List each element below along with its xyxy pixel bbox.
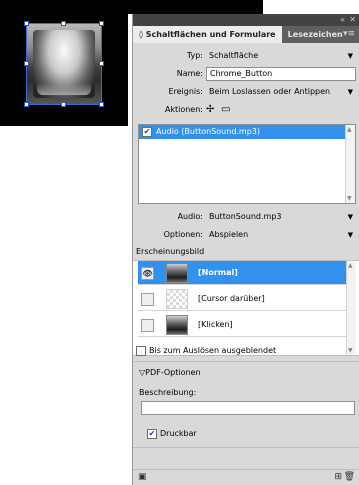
- options-value: Abspielen: [209, 230, 249, 239]
- action-item-label: Audio (ButtonSound.mp3): [156, 127, 261, 136]
- appearance-heading: Erscheinungsbild: [136, 247, 205, 256]
- state-row-rollover[interactable]: [Cursor darüber]: [138, 287, 346, 311]
- panel-topbar: « ✕: [133, 14, 359, 26]
- pdf-options-heading: PDF-Optionen: [145, 368, 201, 377]
- event-label: Ereignis:: [168, 87, 203, 96]
- scroll-down-icon[interactable]: ▼: [347, 195, 352, 202]
- trash-icon[interactable]: 🗑: [344, 472, 355, 482]
- audio-value: ButtonSound.mp3: [209, 212, 282, 221]
- state-row-click[interactable]: [Klicken]: [138, 313, 346, 337]
- type-row: Typ: Schaltfläche ▼: [133, 48, 359, 64]
- options-dropdown[interactable]: Abspielen ▼: [206, 228, 356, 242]
- selection-handle[interactable]: [99, 21, 104, 26]
- chevron-down-icon: ▼: [347, 231, 353, 239]
- add-action-icon[interactable]: ✢: [206, 102, 214, 118]
- eye-icon[interactable]: 👁: [141, 267, 154, 280]
- remove-action-icon[interactable]: ▭: [221, 102, 230, 118]
- states-scrollbar[interactable]: ▲ ▼: [346, 261, 356, 355]
- panel-bottom-bar: ▣ ⊞ 🗑: [133, 469, 359, 485]
- actions-list-scrollbar[interactable]: ▲ ▼: [345, 125, 355, 203]
- chevron-down-icon: ▼: [347, 88, 353, 96]
- options-label: Optionen:: [163, 230, 203, 239]
- visibility-toggle-icon[interactable]: [141, 293, 154, 306]
- name-label: Name:: [176, 69, 203, 78]
- type-dropdown[interactable]: Schaltfläche ▼: [206, 49, 356, 63]
- audio-label: Audio:: [177, 212, 203, 221]
- description-label: Beschreibung:: [139, 388, 197, 397]
- description-input[interactable]: [141, 401, 355, 415]
- printable-checkbox[interactable]: ✔: [147, 429, 157, 439]
- action-enabled-checkbox[interactable]: ✔: [142, 127, 152, 137]
- event-dropdown[interactable]: Beim Loslassen oder Antippen ▼: [206, 85, 356, 99]
- type-value: Schaltfläche: [209, 51, 259, 60]
- selection-handle[interactable]: [24, 102, 29, 107]
- scroll-up-icon[interactable]: ▲: [347, 126, 352, 133]
- options-row: Optionen: Abspielen ▼: [133, 227, 359, 243]
- panel-tabbar: ◊ Schaltflächen und Formulare Lesezeiche…: [133, 26, 359, 43]
- selection-handle[interactable]: [61, 102, 66, 107]
- chrome-button-object[interactable]: [26, 23, 102, 105]
- audio-dropdown[interactable]: ButtonSound.mp3 ▼: [206, 210, 356, 224]
- divider: [133, 361, 359, 362]
- name-row: Name: Chrome_Button: [133, 66, 359, 82]
- scroll-up-icon[interactable]: ▲: [348, 262, 353, 269]
- state-thumbnail: [166, 263, 188, 283]
- tab-bookmarks[interactable]: Lesezeichen: [282, 26, 349, 43]
- canvas-artboard-strip: [128, 0, 263, 14]
- selection-handle[interactable]: [99, 102, 104, 107]
- pdf-options-toggle[interactable]: ▽PDF-Optionen: [139, 367, 201, 379]
- name-input[interactable]: Chrome_Button: [206, 67, 356, 81]
- event-row: Ereignis: Beim Loslassen oder Antippen ▼: [133, 84, 359, 100]
- audio-row: Audio: ButtonSound.mp3 ▼: [133, 209, 359, 225]
- hidden-until-trigger-row[interactable]: Bis zum Auslösen ausgeblendet: [136, 345, 276, 357]
- collapse-icon[interactable]: «: [340, 14, 345, 26]
- selection-handle[interactable]: [24, 21, 29, 26]
- close-icon[interactable]: ✕: [349, 14, 356, 26]
- actions-list: ✔ Audio (ButtonSound.mp3) ▲ ▼: [138, 124, 356, 204]
- scroll-down-icon[interactable]: ▼: [348, 347, 353, 354]
- state-label: [Normal]: [198, 268, 238, 277]
- tab-buttons-forms[interactable]: ◊ Schaltflächen und Formulare: [133, 26, 282, 43]
- type-label: Typ:: [186, 51, 203, 60]
- state-thumbnail: [166, 289, 188, 309]
- chevron-down-icon: ▼: [347, 52, 353, 60]
- preview-icon[interactable]: ▣: [138, 472, 147, 482]
- printable-row[interactable]: ✔ Druckbar: [147, 428, 197, 440]
- convert-object-icon[interactable]: ⊞: [334, 472, 342, 482]
- hidden-until-trigger-checkbox[interactable]: [136, 346, 146, 356]
- state-row-normal[interactable]: 👁 [Normal]: [138, 261, 346, 285]
- printable-label: Druckbar: [160, 429, 197, 438]
- action-list-item[interactable]: ✔ Audio (ButtonSound.mp3): [139, 125, 355, 139]
- selection-handle[interactable]: [99, 61, 104, 66]
- actions-label: Aktionen:: [164, 105, 203, 114]
- hidden-until-trigger-label: Bis zum Auslösen ausgeblendet: [149, 346, 277, 355]
- buttons-forms-panel: « ✕ ◊ Schaltflächen und Formulare Leseze…: [132, 14, 359, 485]
- state-label: [Cursor darüber]: [198, 294, 265, 303]
- chevron-down-icon: ▼: [347, 213, 353, 221]
- event-value: Beim Loslassen oder Antippen: [209, 87, 331, 96]
- panel-menu-icon[interactable]: ▾≡: [343, 26, 355, 43]
- divider: [133, 447, 359, 448]
- visibility-toggle-icon[interactable]: [141, 319, 154, 332]
- actions-row: Aktionen: ✢ ▭: [133, 102, 359, 118]
- state-label: [Klicken]: [198, 320, 233, 329]
- selection-handle[interactable]: [61, 21, 66, 26]
- appearance-states-list: 👁 [Normal] [Cursor darüber] [Klicken] ▲ …: [133, 260, 359, 356]
- selection-handle[interactable]: [24, 61, 29, 66]
- state-thumbnail: [166, 315, 188, 335]
